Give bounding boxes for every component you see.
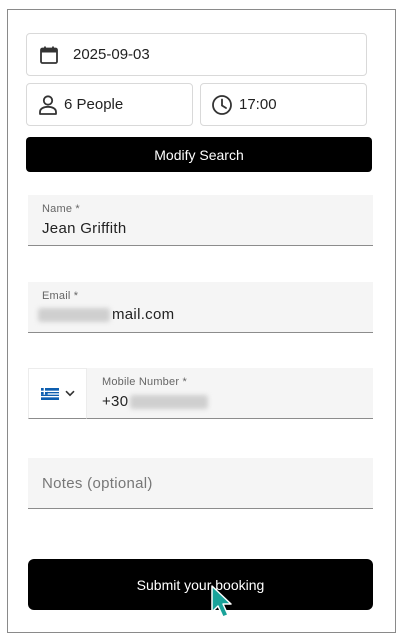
mobile-number-label: Mobile Number * [102,376,187,388]
people-selector[interactable]: 6 People [26,83,193,126]
person-icon [38,94,58,116]
mobile-number-field[interactable]: Mobile Number * +30 [87,368,373,419]
cursor-icon [210,584,234,620]
email-suffix: mail.com [112,306,175,323]
name-value: Jean Griffith [42,220,127,237]
name-field[interactable]: Name * Jean Griffith [28,195,373,246]
date-value: 2025-09-03 [73,46,150,63]
phone-prefix: +30 [102,393,129,410]
submit-booking-button[interactable]: Submit your booking [28,559,373,610]
people-value: 6 People [64,96,124,113]
modify-search-label: Modify Search [154,146,244,163]
time-value: 17:00 [239,96,277,113]
email-redacted [38,308,110,323]
time-picker[interactable]: 17:00 [200,83,367,126]
notes-placeholder: Notes (optional) [42,475,153,492]
date-picker[interactable]: 2025-09-03 [26,33,367,76]
greece-flag-icon [40,387,59,400]
email-field[interactable]: Email * mail.com [28,282,373,333]
clock-icon [211,94,233,116]
email-value: mail.com [38,306,174,323]
chevron-down-icon [64,390,75,397]
email-label: Email * [42,290,79,302]
name-label: Name * [42,203,80,215]
phone-redacted [130,395,209,410]
country-selector[interactable] [28,368,87,419]
modify-search-button[interactable]: Modify Search [26,137,372,172]
mobile-number-value: +30 [102,393,209,410]
submit-booking-label: Submit your booking [136,576,265,593]
notes-field[interactable]: Notes (optional) [28,458,373,509]
calendar-icon [39,45,59,65]
